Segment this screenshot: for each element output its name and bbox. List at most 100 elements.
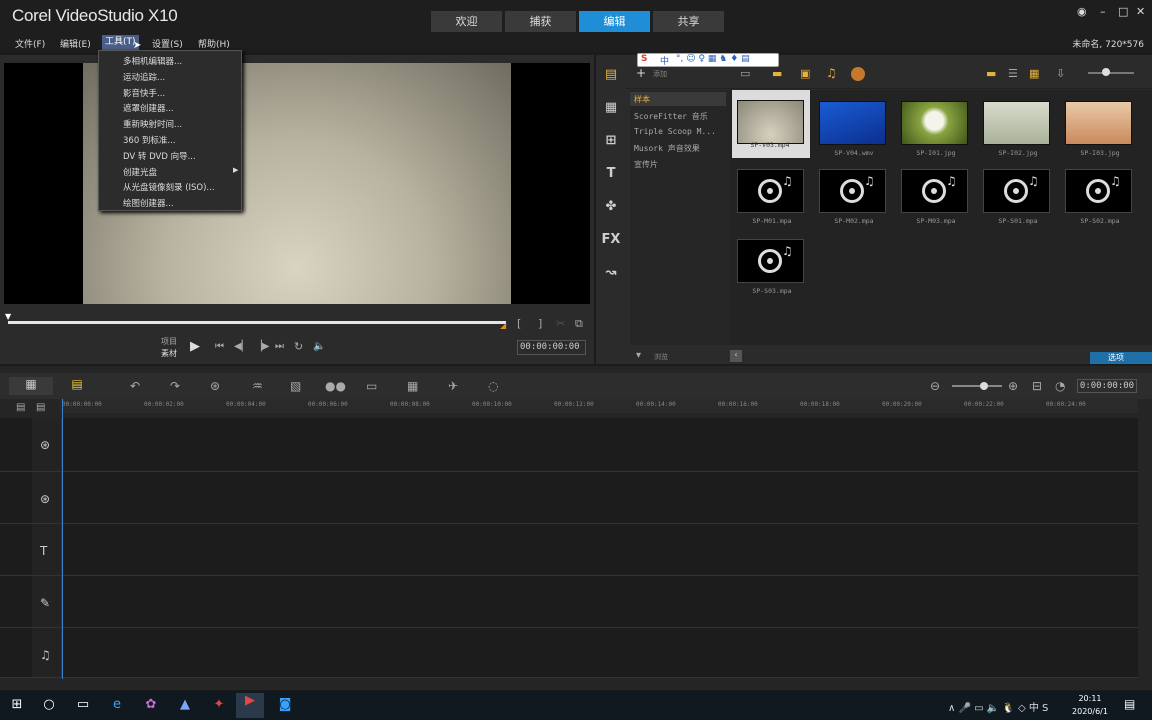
folder-item[interactable]: 样本 [634, 94, 650, 105]
project-mode-label[interactable]: 项目 [161, 336, 177, 347]
app-icon[interactable]: ▲ [176, 697, 194, 715]
mark-out-icon[interactable]: ] [538, 317, 542, 330]
folder-icon[interactable]: ▭ [740, 67, 750, 80]
thumb-item[interactable]: ♫ SP-M02.mpa [816, 166, 886, 228]
clock-date[interactable]: 2020/6/1 [1066, 707, 1114, 716]
speed-icon[interactable]: ✈ [448, 379, 458, 393]
voice-track[interactable]: ✎ [0, 576, 1138, 628]
view-thumbnail-icon[interactable]: ▬ [986, 67, 996, 80]
edge-icon[interactable]: e [108, 697, 126, 715]
zoom-handle[interactable] [980, 382, 988, 390]
split-icon[interactable]: ✂ [556, 317, 565, 330]
thumb-item[interactable]: SP-V03.mp4 [732, 90, 810, 158]
app-icon[interactable]: ✿ [142, 697, 160, 715]
previous-frame-icon[interactable]: ◀▏ [234, 341, 249, 352]
repeat-icon[interactable]: ↻ [294, 340, 303, 353]
menu-settings[interactable]: 设置(S) [149, 37, 186, 50]
tab-share[interactable]: 共享 [653, 11, 724, 32]
menu-file[interactable]: 文件(F) [12, 37, 48, 50]
next-frame-icon[interactable]: ▕▶ [254, 341, 269, 352]
timeline-timecode[interactable]: 0:00:00:00 [1077, 379, 1137, 393]
app-icon[interactable]: ✦ [210, 697, 228, 715]
instant-project-icon[interactable]: ▦ [600, 100, 622, 118]
volume-icon[interactable]: 🔈 [313, 341, 325, 352]
thumb-item[interactable]: SP-V04.wmv [816, 98, 886, 160]
thumb-item[interactable]: ♫ SP-M03.mpa [898, 166, 968, 228]
tray-icons[interactable]: ∧ 🎤 ▭ 🔈 🐧 ◇ 中 S [948, 699, 1048, 714]
view-list-icon[interactable]: ☰ [1008, 67, 1018, 80]
menu-item-paint-creator[interactable]: 绘图创建器... [123, 197, 174, 209]
undo-icon[interactable]: ↶ [130, 379, 140, 393]
chapter-icon[interactable]: ▤ [36, 402, 45, 413]
scrub-bar[interactable] [8, 321, 506, 324]
overlay-track[interactable]: ⊛ [0, 472, 1138, 524]
clip-mode-label[interactable]: 素材 [161, 348, 177, 359]
storyboard-view-icon[interactable]: ▦ [9, 377, 53, 395]
zoom-slider[interactable] [952, 385, 1002, 387]
tab-welcome[interactable]: 欢迎 [431, 11, 502, 32]
folder-item[interactable]: 宣传片 [634, 159, 658, 170]
zoom-in-icon[interactable]: ⊕ [1008, 379, 1018, 393]
videostudio-taskbar-icon[interactable]: ▶ [236, 693, 264, 718]
add-label[interactable]: 添加 [653, 69, 667, 79]
thumb-item[interactable]: ♫ SP-S02.mpa [1062, 166, 1132, 228]
browse-icon[interactable]: ▾ [636, 350, 641, 361]
thumb-item[interactable]: SP-I03.jpg [1062, 98, 1132, 160]
maximize-button[interactable]: □ [1118, 5, 1128, 18]
thumb-item[interactable]: ♫ SP-S03.mpa [734, 236, 804, 298]
playhead[interactable] [62, 399, 63, 679]
sort-icon[interactable]: ⇩ [1056, 67, 1065, 80]
app-icon[interactable]: ◙ [276, 697, 294, 715]
graphics-icon[interactable]: ✤ [600, 199, 622, 217]
title-track[interactable]: T [0, 524, 1138, 576]
minimize-button[interactable]: – [1100, 5, 1106, 18]
record-capture-icon[interactable]: ⊛ [210, 379, 220, 393]
menu-item-mask-creator[interactable]: 遮罩创建器... [123, 102, 174, 114]
play-icon[interactable]: ▶ [190, 339, 200, 354]
scroll-left-icon[interactable]: ‹ [730, 350, 742, 362]
menu-item-burn-iso[interactable]: 从光盘镜像刻录 (ISO)... [123, 181, 215, 193]
enlarge-icon[interactable]: ⧉ [575, 317, 583, 331]
show-photo-icon[interactable]: ▣ [800, 67, 810, 80]
task-view-icon[interactable]: ▭ [74, 697, 92, 715]
web-icon[interactable] [851, 67, 865, 81]
folder-item[interactable]: ScoreFitter 音乐 [634, 111, 708, 122]
thumb-item[interactable]: ♫ SP-S01.mpa [980, 166, 1050, 228]
menu-item-dv-to-dvd[interactable]: DV 转 DVD 向导... [123, 150, 196, 162]
folder-item[interactable]: Musork 声音效果 [634, 143, 700, 154]
timeline-ruler[interactable]: 00:00:00:00 00:00:02:00 00:00:04:00 00:0… [60, 399, 1138, 413]
globe-icon[interactable]: ◉ [1077, 5, 1087, 18]
menu-item-360-to-standard[interactable]: 360 到标准... [123, 134, 176, 146]
menu-item-motion-tracking[interactable]: 运动追踪... [123, 71, 165, 83]
show-audio-icon[interactable]: ♫ [826, 66, 837, 80]
timecode-display[interactable]: 00:00:00:00 [517, 340, 586, 355]
auto-music-icon[interactable]: ▧ [290, 379, 301, 393]
options-button[interactable]: 选项 [1090, 352, 1152, 364]
fx-icon[interactable]: FX [600, 232, 622, 250]
ime-toolbar[interactable]: S 中 °, ☺ ♀ ▦ ♞ ♦ ▤ [637, 53, 779, 67]
menu-item-time-remap[interactable]: 重新映射时间... [123, 118, 182, 130]
redo-icon[interactable]: ↷ [170, 379, 180, 393]
fit-project-icon[interactable]: ⊟ [1032, 379, 1042, 393]
end-icon[interactable]: ⏭ [275, 341, 284, 352]
thumb-item[interactable]: SP-I01.jpg [898, 98, 968, 160]
transition-icon[interactable]: ⊞ [600, 133, 622, 151]
search-icon[interactable]: ○ [40, 697, 58, 715]
show-video-icon[interactable]: ▬ [772, 67, 782, 80]
zoom-out-icon[interactable]: ⊖ [930, 379, 940, 393]
motion-tracking-icon[interactable]: ●● [325, 379, 346, 393]
timeline-view-icon[interactable]: ▤ [57, 377, 97, 395]
media-icon[interactable]: ▤ [600, 67, 622, 85]
trim-end-marker[interactable]: ◢ [500, 321, 506, 330]
close-button[interactable]: ✕ [1136, 5, 1145, 18]
browse-label[interactable]: 浏览 [654, 352, 668, 362]
add-icon[interactable]: + [636, 66, 646, 80]
view-grid-icon[interactable]: ▦ [1029, 67, 1039, 80]
tab-capture[interactable]: 捕获 [505, 11, 576, 32]
track-manager-icon[interactable]: ▤ [16, 402, 25, 413]
preview-screen[interactable] [4, 63, 590, 304]
menu-item-fastflick[interactable]: 影音快手... [123, 87, 165, 99]
clock-icon[interactable]: ◔ [1055, 379, 1065, 393]
menu-help[interactable]: 帮助(H) [195, 37, 233, 50]
thumb-item[interactable]: SP-I02.jpg [980, 98, 1050, 160]
